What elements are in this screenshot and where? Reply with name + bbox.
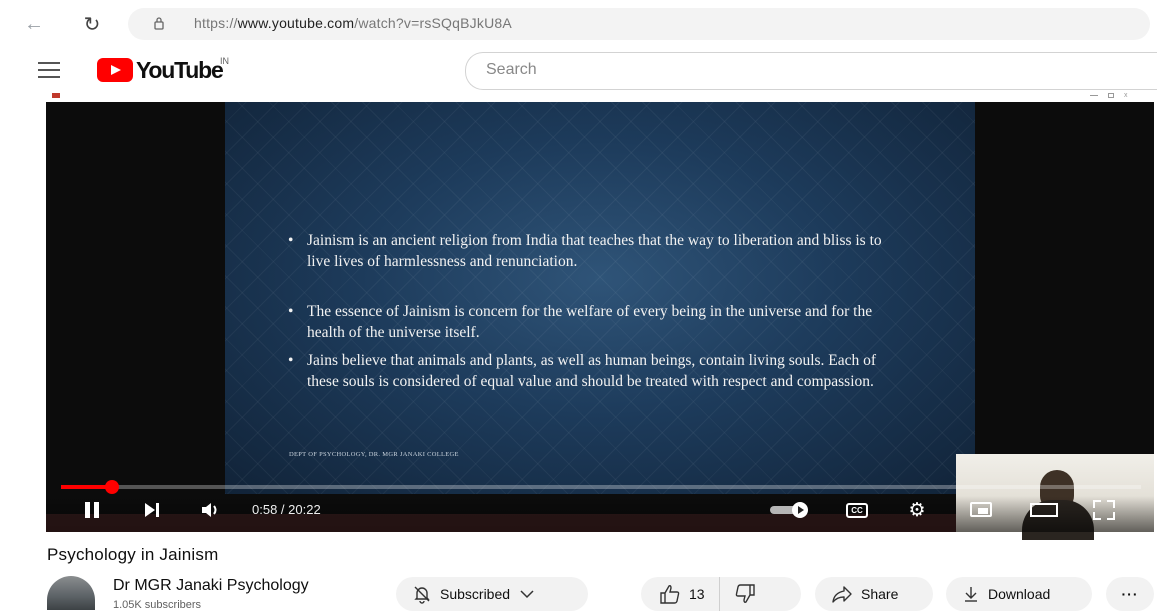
back-icon[interactable]: ← [20,10,48,38]
chevron-down-icon [520,589,534,599]
captions-button[interactable]: CC [843,500,871,520]
slide-bullet: • Jainism is an ancient religion from Ind… [288,232,882,270]
settings-gear-icon[interactable]: ⚙ [904,498,930,522]
hamburger-menu-icon[interactable] [38,61,62,79]
subscribed-button[interactable]: Subscribed [396,577,588,611]
subscriber-count: 1.05K subscribers [113,599,202,611]
theater-mode-icon[interactable] [1028,500,1060,520]
presentation-app-icon [52,93,60,98]
progress-bar[interactable] [61,485,1141,489]
autoplay-toggle[interactable] [770,502,814,518]
next-video-button[interactable] [140,498,164,522]
like-button[interactable]: 13 [641,577,720,611]
reload-icon[interactable]: ↻ [78,10,106,38]
download-label: Download [988,586,1051,602]
slide-footer: DEPT OF PSYCHOLOGY, DR. MGR JANAKI COLLE… [289,451,459,458]
slide-background-pattern [225,102,975,494]
recorded-taskbar [46,514,956,532]
volume-icon[interactable] [200,498,224,522]
channel-avatar[interactable] [47,576,95,610]
miniplayer-icon[interactable] [968,500,998,520]
share-label: Share [861,586,899,602]
share-arrow-icon [831,585,853,603]
progress-scrubber-handle[interactable] [105,480,119,494]
youtube-logo[interactable]: YouTube [97,56,224,83]
more-actions-label: ··· [1121,586,1139,602]
country-code: IN [220,56,229,66]
youtube-play-logo-icon [97,58,133,82]
like-dislike-group: 13 [641,577,801,611]
fullscreen-icon[interactable] [1093,500,1115,520]
search-input[interactable]: Search [486,61,537,79]
thumbs-up-icon [659,584,681,604]
subscribed-label: Subscribed [440,586,511,602]
presentation-window-controls: x [1090,92,1150,99]
video-title: Psychology in Jainism [47,545,219,564]
slide-bullet: • Jains believe that animals and plants, … [288,352,877,390]
site-info-icon[interactable] [150,14,168,32]
thumbs-down-icon [734,584,756,604]
notification-bell-off-icon [412,584,432,604]
dislike-button[interactable] [720,577,768,611]
slide-bullet: • The essence of Jainism is concern for t… [288,303,873,341]
presentation-window-bar [46,90,1154,102]
like-count: 13 [689,586,705,602]
youtube-logo-text: YouTube [136,56,224,83]
search-box[interactable] [465,52,1157,90]
address-bar-url: https://www.youtube.com/watch?v=rsSQqBJk… [194,15,512,31]
more-actions-button[interactable]: ··· [1106,577,1154,611]
download-button[interactable]: Download [946,577,1092,611]
time-display: 0:58 / 20:22 [252,502,321,517]
download-icon [962,585,980,603]
channel-name[interactable]: Dr MGR Janaki Psychology [113,577,309,595]
captions-label: CC [846,502,868,518]
share-button[interactable]: Share [815,577,933,611]
pause-button[interactable] [80,498,104,522]
